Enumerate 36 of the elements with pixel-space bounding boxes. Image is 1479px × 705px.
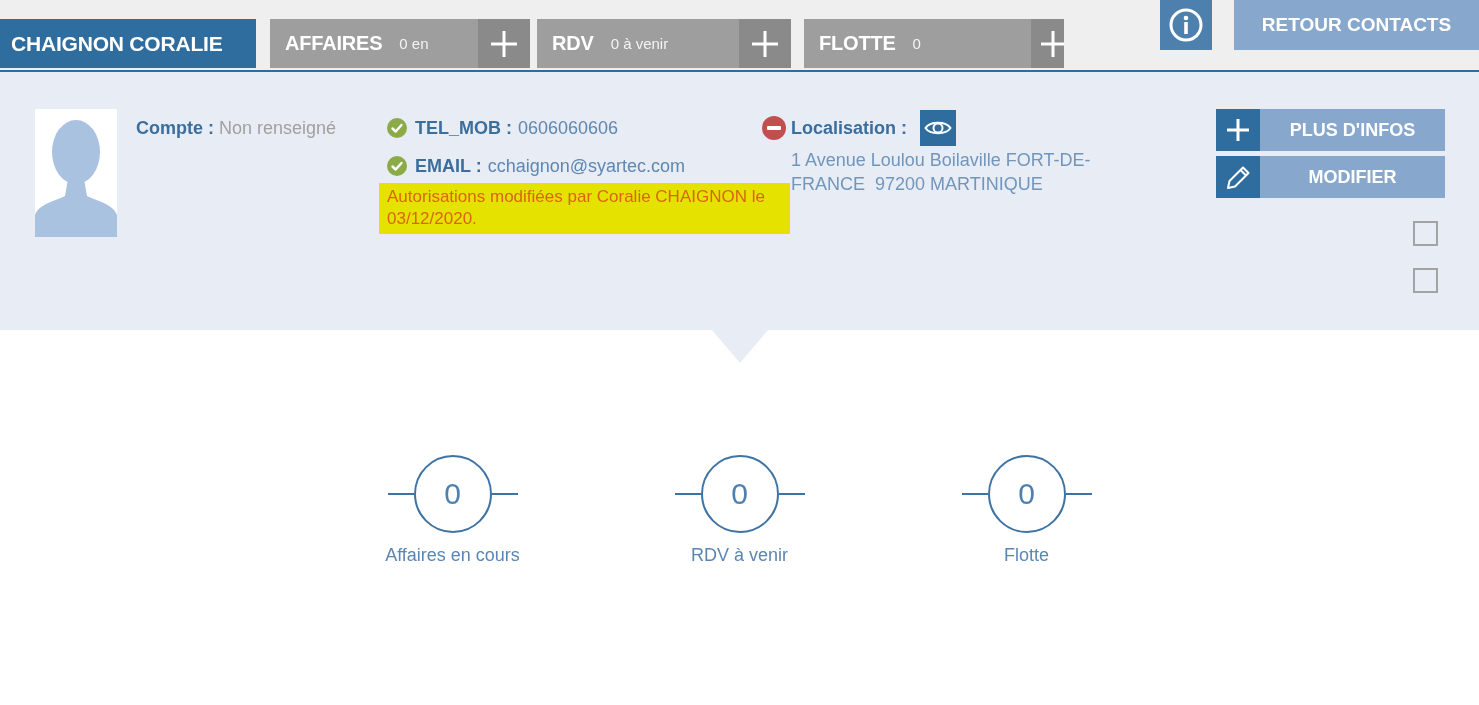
plus-icon <box>1216 109 1260 151</box>
channel-value: 0606060606 <box>518 117 619 139</box>
stat-label: Affaires en cours <box>385 544 520 566</box>
add-button[interactable] <box>1031 19 1064 68</box>
contact-tab[interactable]: CHAIGNON CORALIE <box>0 19 256 68</box>
tab[interactable]: AFFAIRES 0 en <box>270 19 478 68</box>
tab[interactable]: RDV 0 à venir <box>537 19 739 68</box>
add-button[interactable] <box>478 19 530 68</box>
authorization-notice: Autorisations modifiées par Coralie CHAIGNON le 03/12/2020. <box>379 183 790 234</box>
eye-icon <box>924 119 952 137</box>
view-button[interactable] <box>920 110 956 146</box>
count-circle: 0 <box>987 455 1066 533</box>
add-button[interactable] <box>739 19 791 68</box>
plus-icon <box>1041 30 1064 57</box>
info-icon <box>1169 8 1203 42</box>
count-circle: 0 <box>413 455 492 533</box>
count-circle: 0 <box>700 455 779 533</box>
account-label: Compte : <box>136 118 214 138</box>
plus-icon <box>491 30 517 57</box>
stat-label: RDV à venir <box>691 544 788 566</box>
location-label: Localisation : <box>791 117 907 139</box>
plus-icon <box>752 30 778 57</box>
checkbox[interactable] <box>1413 268 1438 293</box>
address-text: 1 Avenue Loulou Boilaville FORT-DE-FRANCE 97200 MARTINIQUE <box>791 149 1092 196</box>
edit-button[interactable]: MODIFIER <box>1216 156 1445 198</box>
back-button[interactable]: RETOUR CONTACTS <box>1234 0 1479 50</box>
channel-label: TEL_MOB : <box>415 117 512 139</box>
account-value: Non renseigné <box>219 118 337 138</box>
channel-label: EMAIL : <box>415 155 482 177</box>
tab[interactable]: FLOTTE 0 <box>804 19 1031 68</box>
stat-label: Flotte <box>1004 544 1049 566</box>
pencil-icon <box>1216 156 1260 198</box>
checkbox[interactable] <box>1413 221 1438 246</box>
info-button[interactable] <box>1160 0 1212 50</box>
channel-value: cchaignon@syartec.com <box>487 155 686 177</box>
more-info-button[interactable]: PLUS D'INFOS <box>1216 109 1445 151</box>
